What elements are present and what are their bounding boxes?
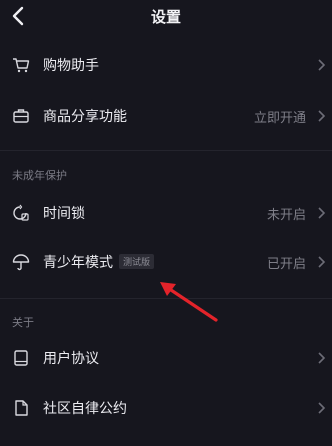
section-divider [0,150,332,151]
section-label-about: 关于 [12,316,34,329]
briefcase-icon [13,109,29,123]
section-label-minor-protection: 未成年保护 [12,169,67,182]
annotation-arrow-icon [160,282,218,322]
cart-icon [13,58,30,73]
teen-mode-label: 青少年模式 测试版 [43,252,155,272]
teen-mode-label-text: 青少年模式 [43,255,113,271]
nav-header: 设置 [0,0,332,34]
document-icon [15,400,28,416]
time-lock-value: 未开启 [266,208,306,223]
product-share-label: 商品分享功能 [43,109,127,125]
timer-lock-icon [13,204,29,221]
chevron-right-icon [318,59,326,71]
time-lock-row[interactable]: 时间锁 未开启 [0,188,332,238]
chevron-right-icon [318,207,326,219]
beta-badge: 测试版 [119,254,155,269]
shopping-assistant-row[interactable]: 购物助手 [0,40,332,90]
teen-mode-value: 已开启 [266,257,306,272]
community-convention-label: 社区自律公约 [43,401,127,417]
community-convention-row[interactable]: 社区自律公约 [0,383,332,433]
product-share-value: 立即开通 [253,111,306,126]
user-agreement-label: 用户协议 [43,351,99,367]
time-lock-label: 时间锁 [43,206,85,222]
umbrella-icon [12,254,30,271]
chevron-right-icon [318,110,326,122]
user-agreement-row[interactable]: 用户协议 [0,333,332,383]
chevron-right-icon [318,256,326,268]
shopping-assistant-label: 购物助手 [43,58,99,74]
page-title: 设置 [150,8,181,26]
product-share-row[interactable]: 商品分享功能 立即开通 [0,91,332,141]
chevron-right-icon [318,402,326,414]
book-icon [14,350,28,366]
chevron-right-icon [318,352,326,364]
